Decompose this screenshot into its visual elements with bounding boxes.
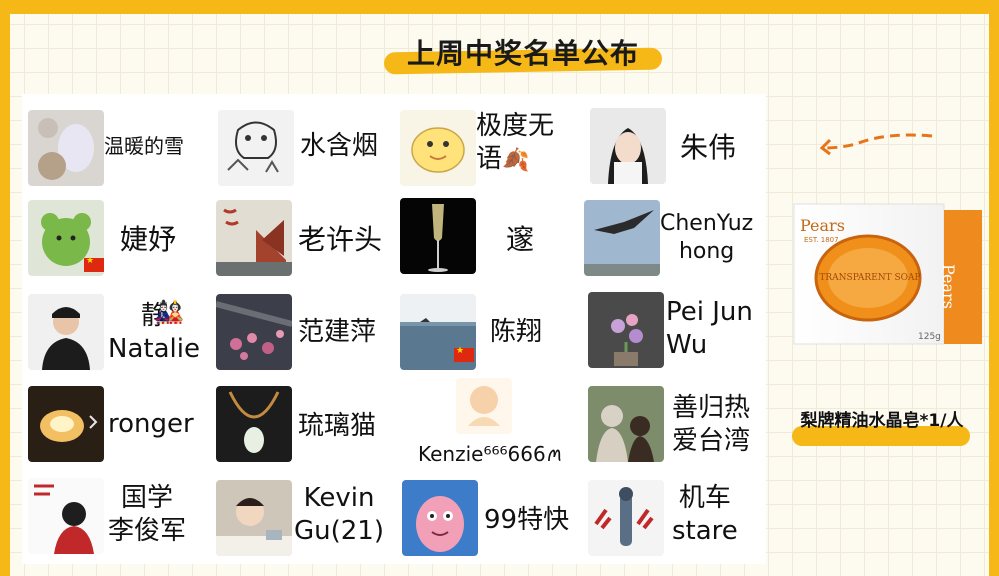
avatar [28, 294, 104, 370]
dolls-emoji: 🎎 [154, 298, 184, 326]
winner-name: 极度无 语🍂 [476, 111, 555, 174]
leaf-emoji: 🍂 [502, 147, 530, 173]
winner-name: Kenzie⁶⁶⁶666ꪔ [418, 442, 564, 466]
winner-name: 温暖的雪 [104, 134, 184, 158]
avatar [588, 292, 664, 368]
avatar [584, 200, 660, 276]
avatar [588, 480, 664, 556]
winner-name: 99特快 [484, 505, 570, 535]
winner-name: ronger [108, 409, 194, 439]
avatar [588, 386, 664, 462]
avatar [400, 198, 476, 274]
avatar [456, 378, 512, 434]
winner-name: Pei Jun Wu [666, 297, 753, 360]
brand-logo: Pears [800, 216, 845, 235]
avatar [28, 478, 104, 554]
winner-name: 老许头 [298, 223, 383, 256]
left-frame [0, 0, 10, 576]
avatar [28, 386, 104, 462]
avatar [402, 480, 478, 556]
winner-name: 婕妤 [120, 223, 177, 256]
arrow-icon [819, 133, 933, 156]
avatar [218, 110, 294, 186]
winner-name: 邃 [506, 223, 535, 256]
winner-name: 国学 李俊军 [108, 483, 187, 546]
soap-side-text: TRANSPARENT SOAP [819, 273, 920, 283]
winner-name: 朱伟 [680, 131, 737, 164]
weight-label: 125g [918, 332, 941, 342]
avatar [216, 386, 292, 462]
prize-label: 梨牌精油水晶皂*1/人 [800, 411, 964, 431]
top-frame [0, 0, 999, 14]
right-frame [989, 0, 999, 576]
side-brand: Pears [939, 264, 958, 309]
china-flag-icon [454, 346, 474, 362]
winner-name: ChenYuz hong [660, 211, 754, 264]
avatar [216, 480, 292, 556]
title-block: 上周中奖名单公布 [383, 32, 663, 76]
winner-name: 琉璃猫 [298, 411, 377, 441]
avatar [28, 110, 104, 186]
china-flag-icon [84, 256, 104, 272]
winner-name: 水含烟 [300, 131, 379, 161]
avatar [400, 110, 476, 186]
avatar [590, 108, 666, 184]
soap-product-image: TRANSPARENT SOAP Pears EST. 1807 Pears 1… [790, 200, 986, 356]
page-title: 上周中奖名单公布 [406, 37, 639, 70]
brand-est: EST. 1807 [804, 236, 839, 244]
winner-name: 机车 stare [672, 483, 738, 546]
avatar [216, 200, 292, 276]
avatar [216, 294, 292, 370]
winner-name: 善归热 爱台湾 [672, 393, 751, 456]
winner-name: 范建萍 [298, 317, 377, 347]
winner-name: Kevin Gu(21) [294, 483, 384, 546]
winner-name: 陈翔 [490, 317, 543, 347]
